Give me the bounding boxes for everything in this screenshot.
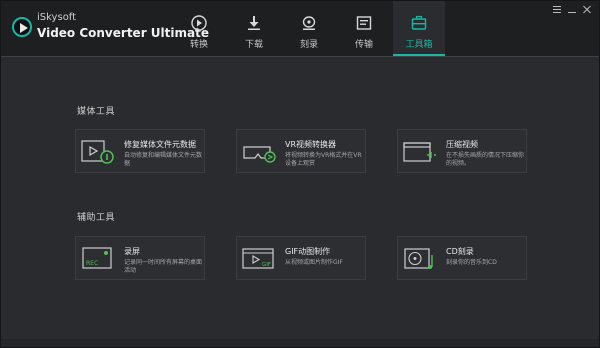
tool-card-desc: 将视频转换为VR格式并在VR设备上观赏 <box>285 152 362 167</box>
cd-burn-icon <box>404 248 433 269</box>
nav-download[interactable]: 下载 <box>228 1 280 56</box>
tool-card-cd-burn[interactable]: CD刻录 刻录你的音乐到CD <box>397 236 527 280</box>
tool-card-desc: 自动修复和编辑媒体文件元数据 <box>124 152 203 167</box>
tool-card-desc: 从视频或图片制作GIF <box>285 259 343 266</box>
window-controls <box>548 5 593 15</box>
tool-card-vr[interactable]: VR视频转换器 将视频转换为VR格式并在VR设备上观赏 <box>236 129 366 173</box>
nav-toolbox-label: 工具箱 <box>405 40 433 50</box>
gif-maker-icon: GIF <box>242 248 274 269</box>
brand-company: iSkysoft <box>37 12 77 23</box>
nav-convert-label: 转换 <box>189 40 208 50</box>
tool-card-gif[interactable]: GIF GIF动图制作 从视频或图片制作GIF <box>236 236 366 280</box>
tool-card-title: GIF动图制作 <box>285 247 331 256</box>
app-logo-icon <box>12 17 32 37</box>
tool-card-desc: 刻录你的音乐到CD <box>446 259 497 266</box>
tool-card-title: 修复媒体文件元数据 <box>124 140 196 149</box>
tool-card-title: 录屏 <box>124 247 140 256</box>
vr-headset-icon <box>243 146 276 163</box>
tool-card-compress[interactable]: 压缩视频 在不损失画质的情况下压缩你的视频。 <box>397 129 527 173</box>
section-media-title: 媒体工具 <box>77 107 116 117</box>
nav-toolbox[interactable]: 工具箱 <box>393 1 445 56</box>
compress-video-icon <box>403 142 436 162</box>
toolbox-icon <box>411 15 427 30</box>
nav-burn[interactable]: 刻录 <box>283 1 335 56</box>
screen-record-icon: REC <box>82 247 112 269</box>
play-circle-icon <box>191 15 207 31</box>
tool-card-desc: 记录同一时间所有屏幕的桌面活动 <box>124 259 203 274</box>
menu-icon[interactable] <box>551 5 563 15</box>
tool-card-screen-record[interactable]: REC 录屏 记录同一时间所有屏幕的桌面活动 <box>75 236 205 280</box>
minimize-icon[interactable] <box>566 5 578 15</box>
svg-text:REC: REC <box>86 260 98 267</box>
section-aux-title: 辅助工具 <box>77 213 116 223</box>
header-bar: iSkysoft Video Converter Ultimate 转换 下载 <box>1 1 599 57</box>
status-bar <box>1 339 599 347</box>
svg-text:GIF: GIF <box>262 262 271 268</box>
nav-burn-label: 刻录 <box>299 40 318 50</box>
tool-card-title: CD刻录 <box>446 247 474 256</box>
download-icon <box>248 16 260 30</box>
nav-download-label: 下载 <box>244 40 263 50</box>
tool-card-title: VR视频转换器 <box>285 140 337 149</box>
tool-card-title: 压缩视频 <box>446 140 478 149</box>
metadata-fix-icon <box>81 140 114 164</box>
tool-card-metadata[interactable]: 修复媒体文件元数据 自动修复和编辑媒体文件元数据 <box>75 129 205 173</box>
tool-card-desc: 在不损失画质的情况下压缩你的视频。 <box>446 152 525 167</box>
nav-convert[interactable]: 转换 <box>173 1 225 56</box>
close-icon[interactable] <box>581 5 593 15</box>
transfer-icon <box>356 16 372 30</box>
main-nav: 转换 下载 刻录 传输 工具箱 <box>173 1 448 56</box>
disc-burn-icon <box>302 16 316 30</box>
nav-transfer[interactable]: 传输 <box>338 1 390 56</box>
app-window: iSkysoft Video Converter Ultimate 转换 下载 <box>0 0 600 348</box>
nav-transfer-label: 传输 <box>354 40 373 50</box>
